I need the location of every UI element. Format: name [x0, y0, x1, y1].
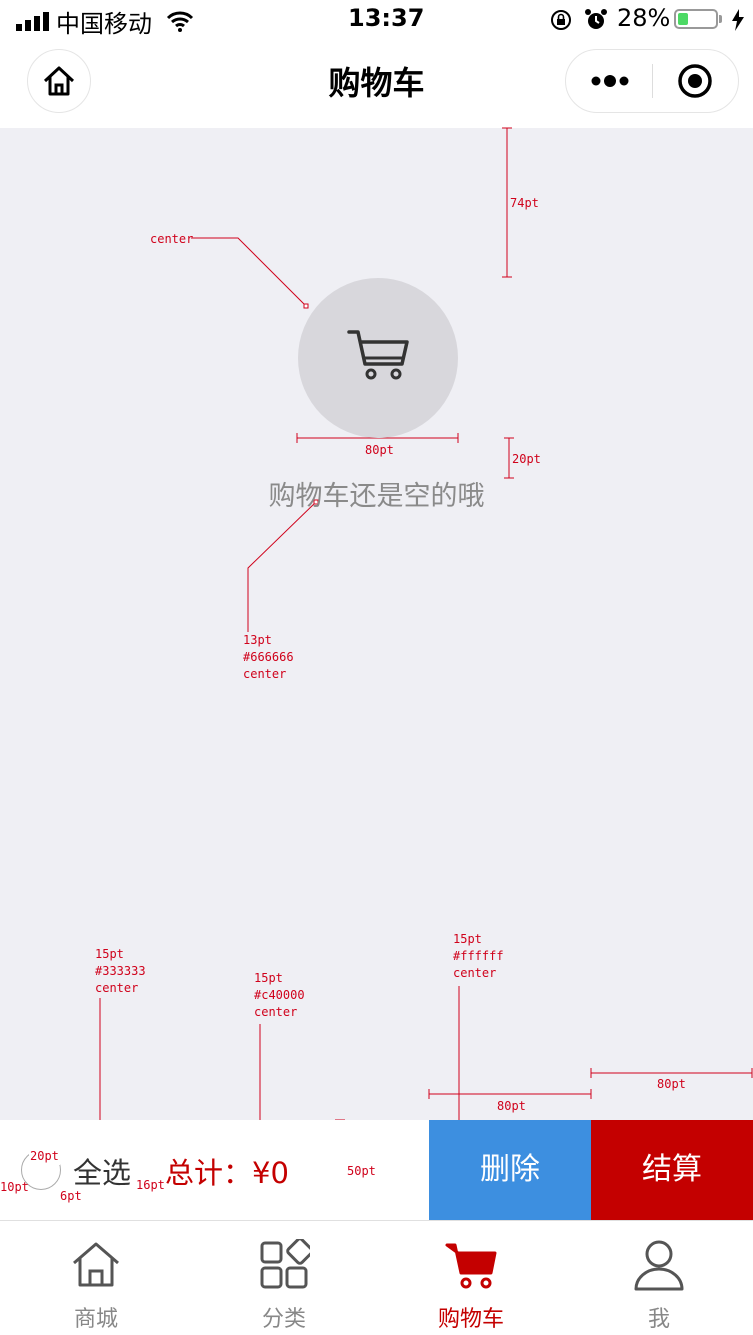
annotation-delete-spec: 15pt #ffffff center	[453, 931, 504, 982]
delete-button[interactable]: 删除	[429, 1120, 591, 1220]
tab-bar: 商城 分类 购物车 我	[0, 1220, 753, 1335]
annotation-line: 15pt	[453, 932, 482, 946]
annotation-line: 13pt	[243, 633, 272, 647]
annotation-left-pad: 10pt	[0, 1180, 29, 1194]
annotation-label-gap: 16pt	[136, 1178, 165, 1192]
annotation-bar-height: 50pt	[347, 1164, 376, 1178]
empty-cart-circle	[298, 278, 458, 438]
annotation-line: #333333	[95, 964, 146, 978]
annotation-line: #666666	[243, 650, 294, 664]
annotation-circle-size: 20pt	[29, 1148, 60, 1165]
annotation-circle-gap: 6pt	[60, 1189, 82, 1203]
cart-icon	[347, 330, 409, 380]
select-all-label[interactable]: 全选	[73, 1150, 131, 1192]
tab-category[interactable]: 分类	[190, 1221, 378, 1335]
tab-label: 购物车	[437, 1307, 504, 1332]
tab-label: 我	[647, 1307, 670, 1332]
annotation-line: center	[453, 966, 497, 980]
tab-me[interactable]: 我	[565, 1221, 753, 1335]
annotation-top-gap: 74pt	[510, 196, 539, 210]
annotation-line: 15pt	[95, 947, 124, 961]
annotation-line: center	[243, 667, 287, 681]
annotation-icon-size: 80pt	[365, 443, 394, 457]
annotation-checkout-width: 80pt	[657, 1077, 686, 1091]
empty-cart-message: 购物车还是空的哦	[268, 481, 485, 512]
annotation-total-spec: 15pt #c40000 center	[254, 970, 305, 1021]
tab-mall[interactable]: 商城	[2, 1221, 190, 1335]
annotation-text-gap: 20pt	[512, 452, 541, 466]
cart-action-bar: 全选 总计：¥0 50pt 20pt 10pt 6pt 16pt 删除 结算	[0, 1120, 753, 1220]
tab-label: 分类	[261, 1307, 306, 1332]
user-icon	[634, 1240, 684, 1291]
checkout-button[interactable]: 结算	[591, 1120, 753, 1220]
annotation-text-spec: 13pt #666666 center	[243, 632, 294, 683]
tab-label: 商城	[73, 1307, 118, 1332]
annotation-line: #c40000	[254, 988, 305, 1002]
annotation-select-spec: 15pt #333333 center	[95, 946, 146, 997]
tab-cart[interactable]: 购物车	[377, 1221, 565, 1335]
annotation-line: center	[95, 981, 139, 995]
annotation-center: center	[150, 232, 194, 246]
category-icon	[260, 1239, 310, 1289]
annotation-delete-width: 80pt	[497, 1099, 526, 1113]
cart-icon	[445, 1243, 497, 1289]
annotation-line: 15pt	[254, 971, 283, 985]
annotation-line: #ffffff	[453, 949, 504, 963]
annotation-line: center	[254, 1005, 298, 1019]
home-icon	[73, 1242, 119, 1287]
total-price: 总计：¥0	[165, 1156, 289, 1190]
